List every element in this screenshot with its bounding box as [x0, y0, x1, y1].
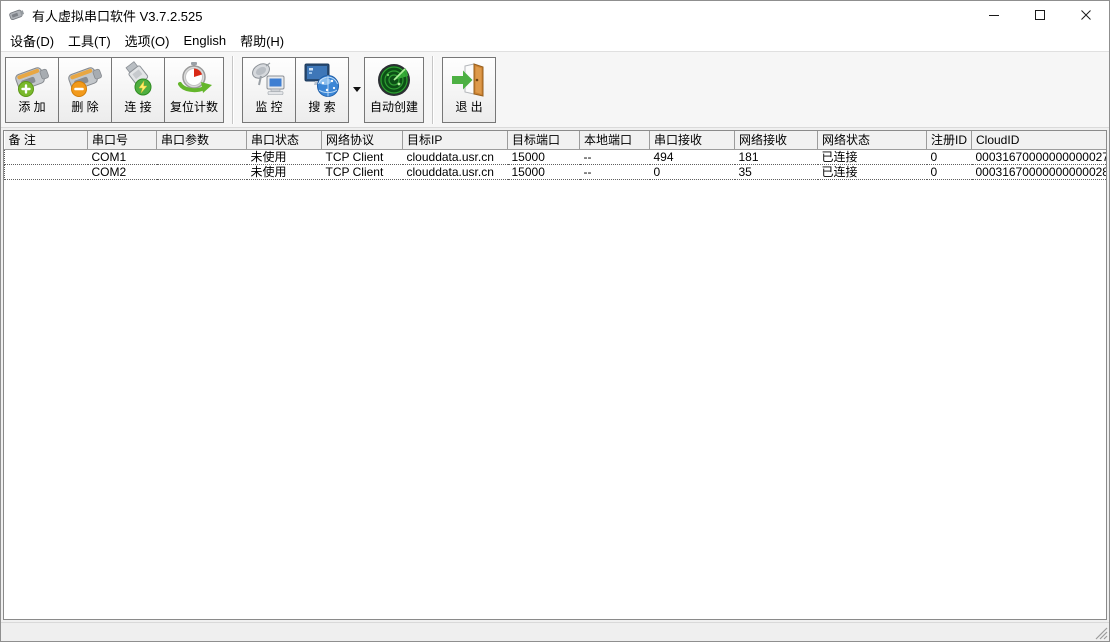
table-cell: 494: [650, 149, 735, 164]
auto-create-button-label: 自动创建: [370, 100, 418, 114]
column-header-remark[interactable]: 备 注: [5, 131, 88, 149]
table-cell: 15000: [508, 149, 580, 164]
table-cell: 0: [927, 164, 972, 179]
port-listview: 备 注 串口号 串口参数 串口状态 网络协议 目标IP 目标端口 本地端口 串口…: [3, 130, 1107, 620]
table-cell: TCP Client: [322, 149, 403, 164]
table-row-com1[interactable]: COM1 未使用 TCP Client clouddata.usr.cn 150…: [5, 149, 1108, 164]
table-cell: clouddata.usr.cn: [403, 149, 508, 164]
serial-delete-icon: [66, 60, 104, 100]
close-button[interactable]: [1063, 1, 1109, 29]
title-bar: 有人虚拟串口软件 V3.7.2.525: [1, 1, 1109, 29]
table-cell: 未使用: [247, 149, 322, 164]
connect-button-label: 连 接: [124, 100, 151, 114]
table-cell: 00031670000000000027: [972, 149, 1108, 164]
satellite-monitor-icon: [250, 60, 288, 100]
table-cell: [157, 164, 247, 179]
table-cell: TCP Client: [322, 164, 403, 179]
table-cell: 15000: [508, 164, 580, 179]
connect-button[interactable]: 连 接: [111, 57, 165, 123]
reset-count-button-label: 复位计数: [170, 100, 218, 114]
maximize-icon: [1034, 9, 1046, 21]
radar-icon: [375, 60, 413, 100]
column-header-cloud-id[interactable]: CloudID: [972, 131, 1108, 149]
search-dropdown[interactable]: [349, 57, 365, 123]
exit-button[interactable]: 退 出: [442, 57, 496, 123]
vcom-table: 备 注 串口号 串口参数 串口状态 网络协议 目标IP 目标端口 本地端口 串口…: [4, 131, 1107, 180]
toolbar: 添 加 删 除: [1, 51, 1109, 128]
column-header-net-protocol[interactable]: 网络协议: [322, 131, 403, 149]
table-cell: 已连接: [818, 149, 927, 164]
menu-help[interactable]: 帮助(H): [233, 29, 291, 52]
status-bar: [1, 622, 1109, 641]
toolbar-separator: [232, 56, 234, 124]
search-button-label: 搜 索: [308, 100, 335, 114]
chevron-down-icon: [353, 87, 361, 92]
column-header-com-port[interactable]: 串口号: [88, 131, 157, 149]
table-cell: [157, 149, 247, 164]
exit-door-icon: [450, 60, 488, 100]
table-cell: 已连接: [818, 164, 927, 179]
table-row-com2[interactable]: COM2 未使用 TCP Client clouddata.usr.cn 150…: [5, 164, 1108, 179]
table-cell: clouddata.usr.cn: [403, 164, 508, 179]
column-header-serial-params[interactable]: 串口参数: [157, 131, 247, 149]
window-title: 有人虚拟串口软件 V3.7.2.525: [32, 6, 203, 25]
table-cell: 0: [650, 164, 735, 179]
column-header-serial-status[interactable]: 串口状态: [247, 131, 322, 149]
table-cell: 181: [735, 149, 818, 164]
app-logo-icon: [9, 7, 25, 23]
menu-device[interactable]: 设备(D): [3, 29, 61, 52]
toolbar-separator: [432, 56, 434, 124]
add-button-label: 添 加: [18, 100, 45, 114]
stopwatch-reset-icon: [175, 60, 213, 100]
minimize-button[interactable]: [971, 1, 1017, 29]
delete-button-label: 删 除: [71, 100, 98, 114]
table-cell: COM2: [88, 164, 157, 179]
caption-buttons: [971, 1, 1109, 29]
column-header-serial-rx[interactable]: 串口接收: [650, 131, 735, 149]
app-window: 有人虚拟串口软件 V3.7.2.525 设备(D) 工具(T) 选项(O) En…: [0, 0, 1110, 642]
maximize-button[interactable]: [1017, 1, 1063, 29]
table-cell: [5, 164, 88, 179]
table-cell: 35: [735, 164, 818, 179]
table-cell: 未使用: [247, 164, 322, 179]
monitor-button[interactable]: 监 控: [242, 57, 296, 123]
delete-button[interactable]: 删 除: [58, 57, 112, 123]
column-header-reg-id[interactable]: 注册ID: [927, 131, 972, 149]
column-header-net-rx[interactable]: 网络接收: [735, 131, 818, 149]
menu-options[interactable]: 选项(O): [118, 29, 177, 52]
auto-create-button[interactable]: 自动创建: [364, 57, 424, 123]
table-cell: --: [580, 164, 650, 179]
table-cell: COM1: [88, 149, 157, 164]
table-cell: 00031670000000000028: [972, 164, 1108, 179]
network-search-icon: [303, 60, 341, 100]
menu-bar: 设备(D) 工具(T) 选项(O) English 帮助(H): [1, 29, 1109, 51]
table-cell: 0: [927, 149, 972, 164]
minimize-icon: [988, 9, 1000, 21]
close-icon: [1080, 9, 1092, 21]
table-header-row: 备 注 串口号 串口参数 串口状态 网络协议 目标IP 目标端口 本地端口 串口…: [5, 131, 1108, 149]
column-header-target-port[interactable]: 目标端口: [508, 131, 580, 149]
exit-button-label: 退 出: [455, 100, 482, 114]
table-cell: [5, 149, 88, 164]
menu-english[interactable]: English: [176, 31, 233, 50]
add-button[interactable]: 添 加: [5, 57, 59, 123]
column-header-net-status[interactable]: 网络状态: [818, 131, 927, 149]
table-cell: --: [580, 149, 650, 164]
menu-tools[interactable]: 工具(T): [61, 29, 118, 52]
column-header-target-ip[interactable]: 目标IP: [403, 131, 508, 149]
reset-count-button[interactable]: 复位计数: [164, 57, 224, 123]
resize-grip-icon[interactable]: [1094, 626, 1108, 640]
connect-bolt-icon: [119, 60, 157, 100]
monitor-button-label: 监 控: [255, 100, 282, 114]
serial-add-icon: [13, 60, 51, 100]
column-header-local-port[interactable]: 本地端口: [580, 131, 650, 149]
search-button[interactable]: 搜 索: [295, 57, 349, 123]
